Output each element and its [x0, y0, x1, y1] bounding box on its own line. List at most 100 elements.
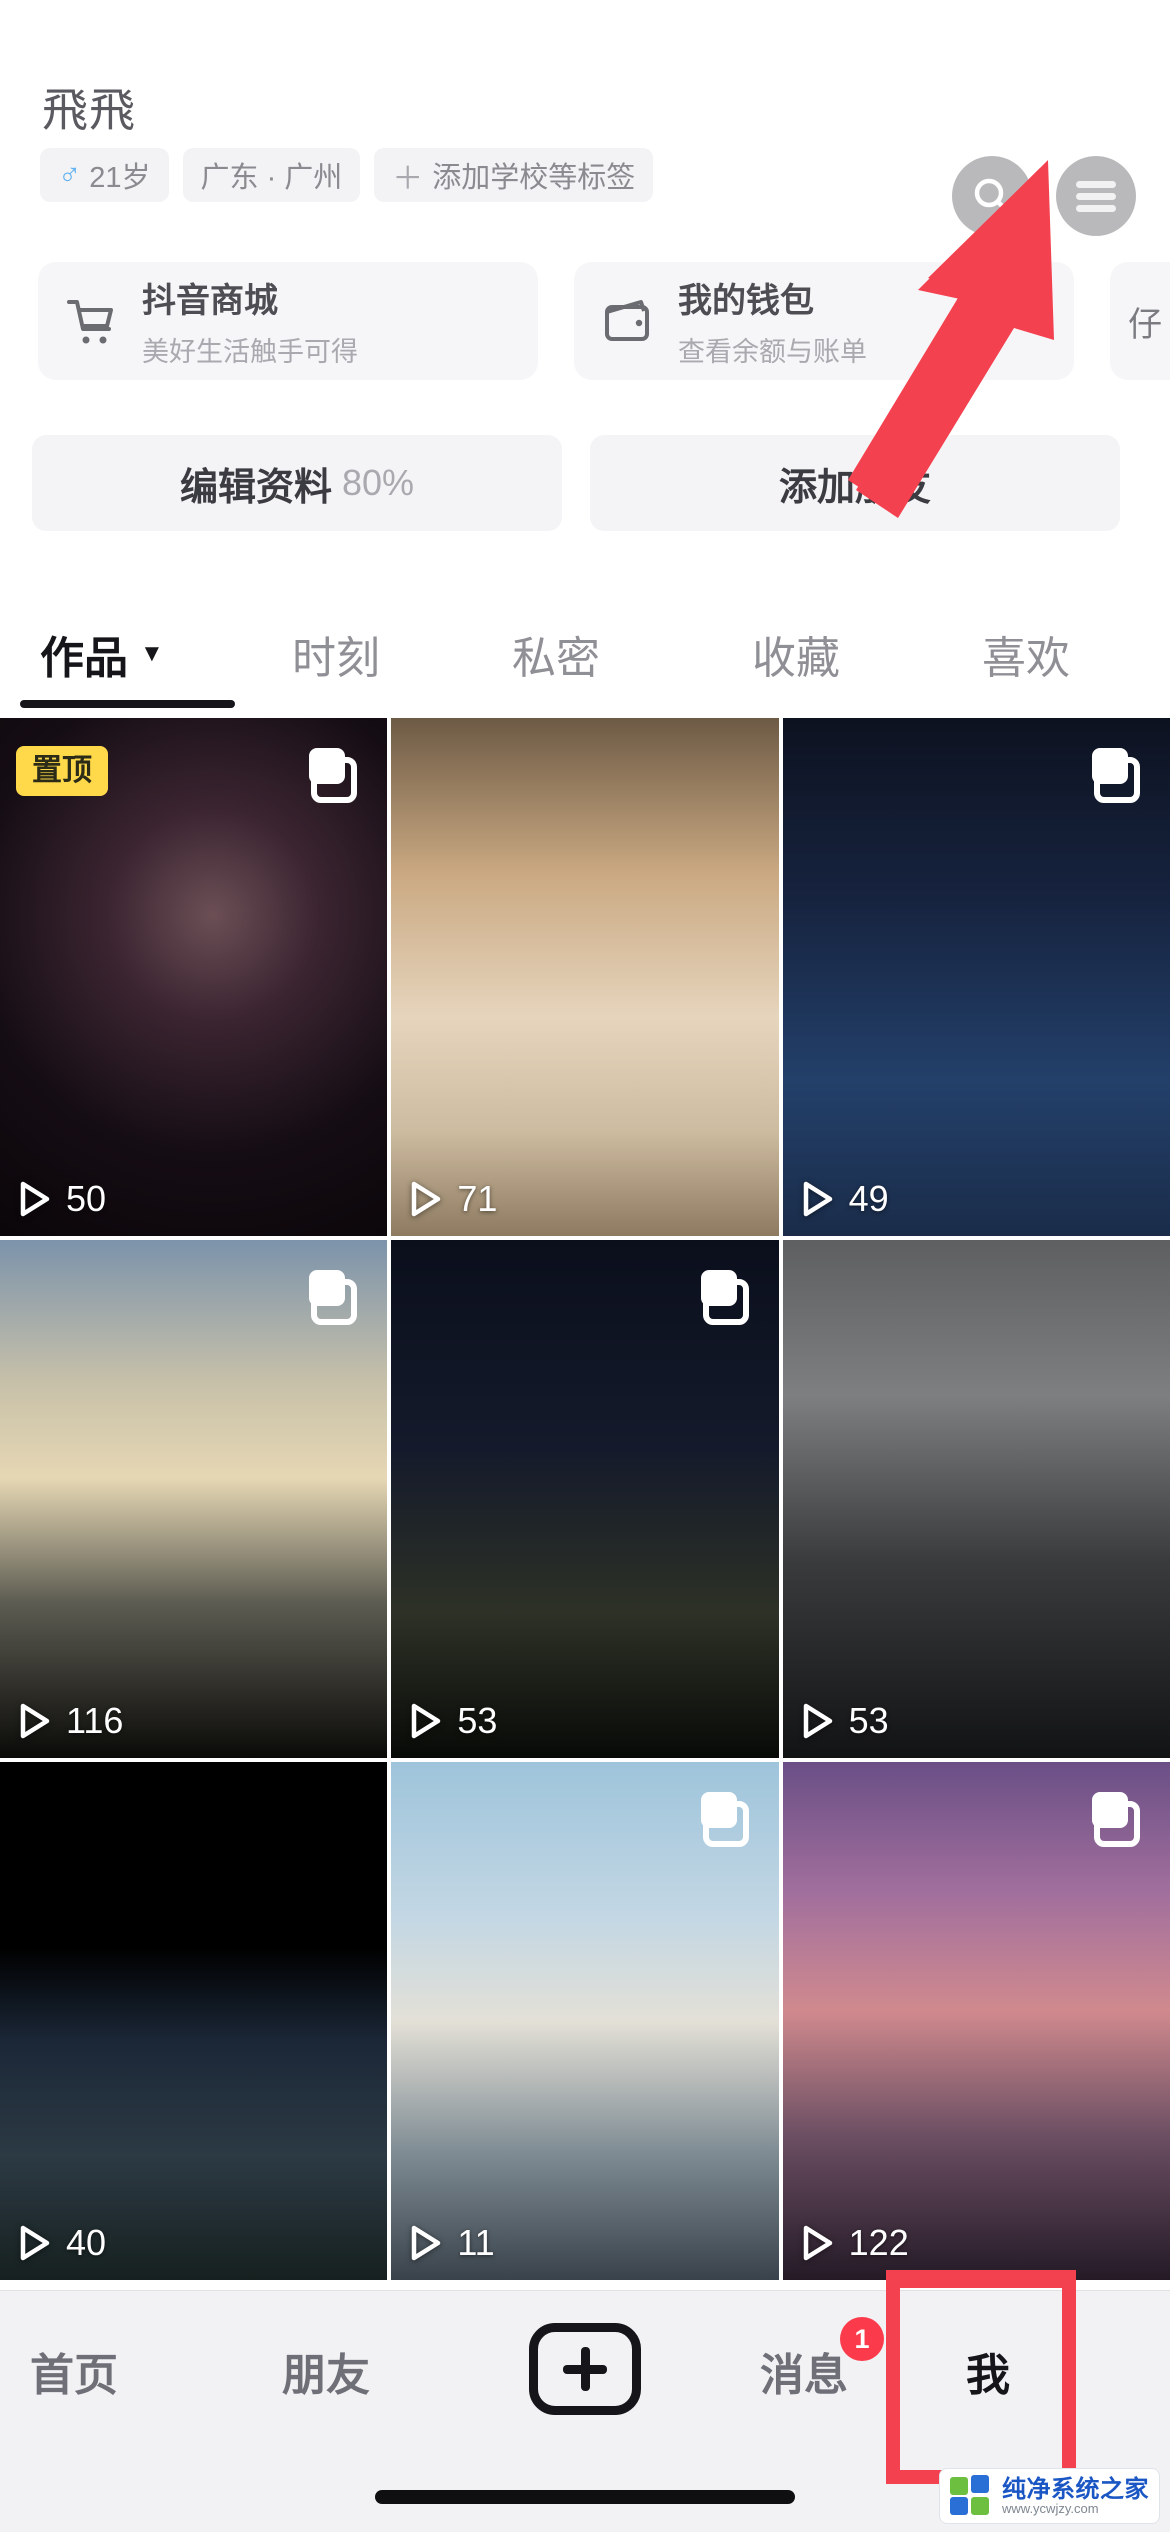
play-icon	[803, 1181, 832, 1217]
chip-location[interactable]: 广东 · 广州	[182, 148, 361, 202]
video-grid-item[interactable]: 40	[0, 1762, 388, 2280]
search-icon	[974, 178, 1011, 215]
video-thumbnail	[0, 1762, 388, 2280]
play-count: 53	[409, 1700, 497, 1742]
profile-stats-strip: 72 获赞 9 朋友 16 关注 82 粉丝	[0, 0, 1170, 22]
play-icon	[20, 1703, 50, 1739]
chip-add-tag-label: 添加学校等标签	[432, 162, 636, 194]
play-count-value: 50	[66, 1178, 107, 1219]
annotation-highlight-box	[886, 2284, 1076, 2484]
add-friend-label: 添加朋友	[778, 466, 931, 509]
chip-location-label: 广东 · 广州	[200, 162, 343, 194]
tab-moments-label: 时刻	[292, 634, 380, 683]
search-button[interactable]	[952, 156, 1032, 236]
home-indicator	[375, 2490, 795, 2504]
watermark: 纯净系统之家 www.ycwjzy.com	[939, 2468, 1160, 2524]
menu-button[interactable]	[1056, 156, 1136, 236]
douyin-profile-screen: 72 获赞 9 朋友 16 关注 82 粉丝 飛飛 ♂ 21岁 广东 · 广州	[0, 0, 1170, 2532]
entry-card-shop[interactable]: 抖音商城 美好生活触手可得	[38, 262, 538, 380]
hamburger-menu-icon	[1076, 181, 1116, 212]
tab-likes-label: 喜欢	[982, 634, 1070, 683]
entry-card-wallet-subtitle: 查看余额与账单	[678, 337, 867, 367]
play-count-value: 53	[848, 1700, 889, 1741]
chip-age-label: 21岁	[89, 162, 151, 194]
play-count-value: 116	[66, 1700, 124, 1741]
tab-moments[interactable]: 时刻	[292, 622, 380, 686]
chip-age[interactable]: ♂ 21岁	[40, 148, 169, 202]
video-thumbnail	[391, 718, 779, 1236]
add-friend-button[interactable]: 添加朋友	[590, 435, 1120, 531]
chevron-down-icon: ▼	[140, 640, 164, 667]
play-count-value: 71	[457, 1178, 498, 1219]
watermark-logo-icon	[950, 2475, 992, 2517]
play-count-value: 49	[848, 1178, 889, 1219]
play-icon	[803, 1703, 832, 1739]
content-tabs: 作品 ▼ 时刻 私密 收藏 喜欢	[0, 600, 1170, 708]
messages-unread-badge: 1	[840, 2317, 884, 2361]
tab-active-underline	[20, 700, 235, 708]
entry-card-third-title: 仔	[1128, 305, 1162, 344]
multi-image-stack-icon	[309, 748, 358, 803]
nav-item-messages[interactable]: 消息 1	[760, 2317, 884, 2403]
profile-action-buttons: 编辑资料 80% 添加朋友	[32, 435, 1120, 531]
video-grid-item[interactable]: 53	[782, 1240, 1170, 1758]
play-icon	[412, 1181, 441, 1217]
video-grid-item[interactable]: 116	[0, 1240, 388, 1758]
play-icon	[20, 1181, 50, 1217]
play-icon	[20, 2225, 50, 2261]
multi-image-stack-icon	[309, 1270, 358, 1325]
video-grid-item[interactable]: 置顶 50	[0, 718, 388, 1236]
entry-card-wallet[interactable]: 我的钱包 查看余额与账单	[574, 262, 1074, 380]
video-grid: 置顶 50 71 49 116 53 53 40 11 122	[0, 718, 1170, 2280]
nav-item-messages-label: 消息	[760, 2351, 848, 2400]
nav-item-home-label: 首页	[30, 2351, 118, 2400]
chip-add-tag[interactable]: ＋ 添加学校等标签	[374, 148, 654, 202]
play-count-value: 122	[848, 2222, 909, 2263]
entry-card-shop-subtitle: 美好生活触手可得	[142, 337, 358, 367]
video-grid-item[interactable]: 122	[782, 1762, 1170, 2280]
tab-private-label: 私密	[512, 634, 600, 683]
watermark-url: www.ycwjzy.com	[1002, 2500, 1099, 2516]
profile-chips: ♂ 21岁 广东 · 广州 ＋ 添加学校等标签	[40, 148, 654, 202]
multi-image-stack-icon	[700, 1792, 749, 1847]
tab-private[interactable]: 私密	[512, 622, 600, 686]
multi-image-stack-icon	[700, 1270, 749, 1325]
pinned-badge: 置顶	[16, 746, 108, 796]
watermark-title: 纯净系统之家	[1002, 2475, 1149, 2503]
profile-name: 飛飛	[42, 84, 136, 136]
multi-image-stack-icon	[1092, 1792, 1140, 1847]
play-count: 53	[801, 1700, 889, 1742]
play-count: 50	[18, 1178, 106, 1220]
entry-card-third[interactable]: 仔	[1110, 262, 1170, 380]
edit-profile-button[interactable]: 编辑资料 80%	[32, 435, 562, 531]
video-grid-item[interactable]: 53	[391, 1240, 779, 1758]
play-count-value: 53	[457, 1700, 498, 1741]
plus-create-icon-bar	[563, 2364, 607, 2374]
tab-works-label: 作品	[40, 634, 128, 683]
nav-item-friends[interactable]: 朋友	[282, 2339, 370, 2403]
create-post-button[interactable]	[529, 2323, 641, 2415]
wallet-icon	[596, 290, 658, 352]
video-grid-item[interactable]: 11	[391, 1762, 779, 2280]
shopping-cart-icon	[60, 290, 122, 352]
tab-favorites[interactable]: 收藏	[752, 622, 840, 686]
video-grid-item[interactable]: 71	[391, 718, 779, 1236]
nav-item-home[interactable]: 首页	[30, 2339, 118, 2403]
play-count-value: 11	[457, 2222, 495, 2263]
play-count-value: 40	[66, 2222, 107, 2263]
tab-likes[interactable]: 喜欢	[982, 622, 1070, 686]
play-count: 40	[18, 2222, 106, 2264]
tab-works[interactable]: 作品 ▼	[40, 622, 164, 686]
play-icon	[803, 2225, 832, 2261]
entry-cards: 抖音商城 美好生活触手可得 我的钱包 查看余额与账单 仔	[38, 262, 1170, 380]
video-thumbnail	[782, 1240, 1170, 1758]
header-actions	[952, 156, 1136, 236]
entry-card-wallet-title: 我的钱包	[678, 282, 814, 320]
video-grid-item[interactable]: 49	[782, 718, 1170, 1236]
play-count: 71	[409, 1178, 497, 1220]
play-icon	[412, 1703, 441, 1739]
play-count: 116	[18, 1700, 123, 1742]
edit-profile-label: 编辑资料	[179, 466, 332, 509]
edit-profile-percent: 80%	[341, 462, 415, 503]
tab-favorites-label: 收藏	[752, 634, 840, 683]
